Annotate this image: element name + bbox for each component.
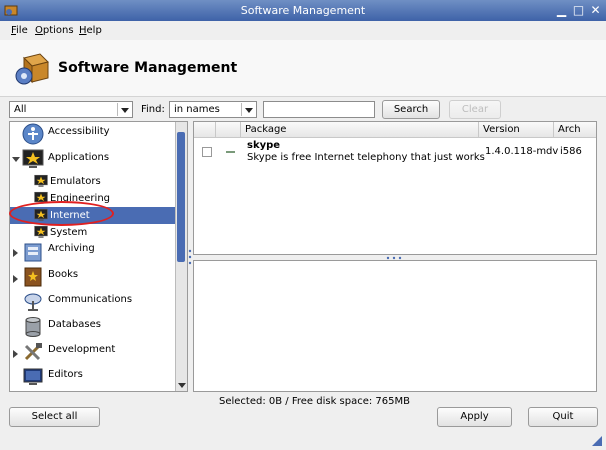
package-name: skype xyxy=(247,140,281,151)
star-monitor-icon xyxy=(34,191,48,204)
chevron-down-icon xyxy=(241,103,255,116)
package-box-icon xyxy=(15,53,49,85)
search-button[interactable]: Search xyxy=(382,100,440,119)
tree-item-label: Development xyxy=(48,344,116,355)
clear-button[interactable]: Clear xyxy=(449,100,501,119)
column-header-package[interactable]: Package xyxy=(241,122,479,138)
menu-bar: File Options Help xyxy=(0,21,606,40)
menu-help[interactable]: Help xyxy=(79,25,102,36)
tree-item-accessibility[interactable]: Accessibility xyxy=(10,122,175,146)
tree-scrollbar[interactable] xyxy=(175,122,187,391)
tree-item-label: Books xyxy=(48,269,79,280)
package-table: Package Version Arch skype Skype is free… xyxy=(193,121,597,255)
tree-item-label: Accessibility xyxy=(48,126,110,137)
tree-item-archiving[interactable]: Archiving xyxy=(10,240,175,265)
window-title: Software Management xyxy=(240,4,366,17)
satellite-dish-icon xyxy=(24,293,42,311)
tree-item-internet[interactable]: Internet xyxy=(10,207,175,224)
select-all-button[interactable]: Select all xyxy=(9,407,100,427)
page-header: Software Management xyxy=(0,40,606,97)
search-input[interactable] xyxy=(263,101,375,118)
tree-item-label: Databases xyxy=(48,319,101,330)
column-header-check[interactable] xyxy=(194,122,216,138)
tree-item-books[interactable]: Books xyxy=(10,265,175,290)
tree-item-development[interactable]: Development xyxy=(10,340,175,365)
tree-item-label: Internet xyxy=(50,210,90,221)
menu-options[interactable]: Options xyxy=(35,25,74,36)
minimize-icon[interactable]: ▁ xyxy=(555,4,568,17)
package-arch: i586 xyxy=(560,146,582,157)
package-version: 1.4.0.118-mdv xyxy=(485,146,559,157)
page-title: Software Management xyxy=(58,60,238,76)
column-header-arch[interactable]: Arch xyxy=(554,122,596,138)
tree-item-label: Engineering xyxy=(50,193,110,204)
star-monitor-icon xyxy=(34,174,48,187)
expander-expanded-icon[interactable] xyxy=(12,157,20,162)
tree-item-databases[interactable]: Databases xyxy=(10,315,175,340)
tree-item-applications[interactable]: Applications xyxy=(10,147,175,171)
star-monitor-icon xyxy=(22,149,44,168)
star-monitor-icon xyxy=(34,225,48,238)
column-header-version[interactable]: Version xyxy=(479,122,554,138)
tree-item-label: Editors xyxy=(48,369,83,380)
quit-button[interactable]: Quit xyxy=(528,407,598,427)
package-info-pane xyxy=(193,260,597,392)
find-label: Find: xyxy=(141,104,165,115)
pane-splitter-vertical[interactable] xyxy=(188,248,192,266)
category-tree: Accessibility Applications Emulators Eng… xyxy=(9,121,188,392)
book-icon xyxy=(24,267,42,287)
resize-grip-icon[interactable] xyxy=(592,436,602,446)
close-icon[interactable]: ✕ xyxy=(589,4,602,17)
chevron-down-icon xyxy=(117,103,131,116)
tree-item-engineering[interactable]: Engineering xyxy=(10,190,175,207)
tree-item-label: System xyxy=(50,227,88,238)
archive-icon xyxy=(24,243,42,262)
database-icon xyxy=(25,317,41,337)
monitor-icon xyxy=(23,368,43,385)
tree-item-editors[interactable]: Editors xyxy=(10,365,175,390)
category-select[interactable]: All xyxy=(9,101,133,118)
tree-item-label: Archiving xyxy=(48,243,95,254)
maximize-icon[interactable]: □ xyxy=(572,4,585,17)
tree-item-system[interactable]: System xyxy=(10,224,175,241)
category-value: All xyxy=(14,104,27,115)
tree-item-label: Communications xyxy=(48,294,133,305)
package-status-icon xyxy=(226,151,235,153)
expander-collapsed-icon[interactable] xyxy=(13,275,18,283)
title-bar: Software Management ▁ □ ✕ xyxy=(0,0,606,21)
package-description: Skype is free Internet telephony that ju… xyxy=(247,152,485,163)
tree-item-emulators[interactable]: Emulators xyxy=(10,173,175,190)
scrollbar-thumb[interactable] xyxy=(177,132,185,262)
tree-item-label: Applications xyxy=(48,152,110,163)
package-checkbox[interactable] xyxy=(202,147,212,157)
apply-button[interactable]: Apply xyxy=(437,407,512,427)
find-scope-select[interactable]: in names xyxy=(169,101,257,118)
expander-collapsed-icon[interactable] xyxy=(13,350,18,358)
find-scope-value: in names xyxy=(174,104,220,115)
menu-file[interactable]: File xyxy=(11,25,28,36)
scroll-down-icon[interactable] xyxy=(178,383,186,388)
tools-icon xyxy=(24,343,42,361)
accessibility-icon xyxy=(22,123,44,145)
expander-collapsed-icon[interactable] xyxy=(13,249,18,257)
tree-item-label: Emulators xyxy=(50,176,101,187)
column-header-status[interactable] xyxy=(216,122,241,138)
tree-item-communications[interactable]: Communications xyxy=(10,290,175,315)
status-text: Selected: 0B / Free disk space: 765MB xyxy=(219,396,411,407)
star-monitor-icon xyxy=(34,208,48,221)
